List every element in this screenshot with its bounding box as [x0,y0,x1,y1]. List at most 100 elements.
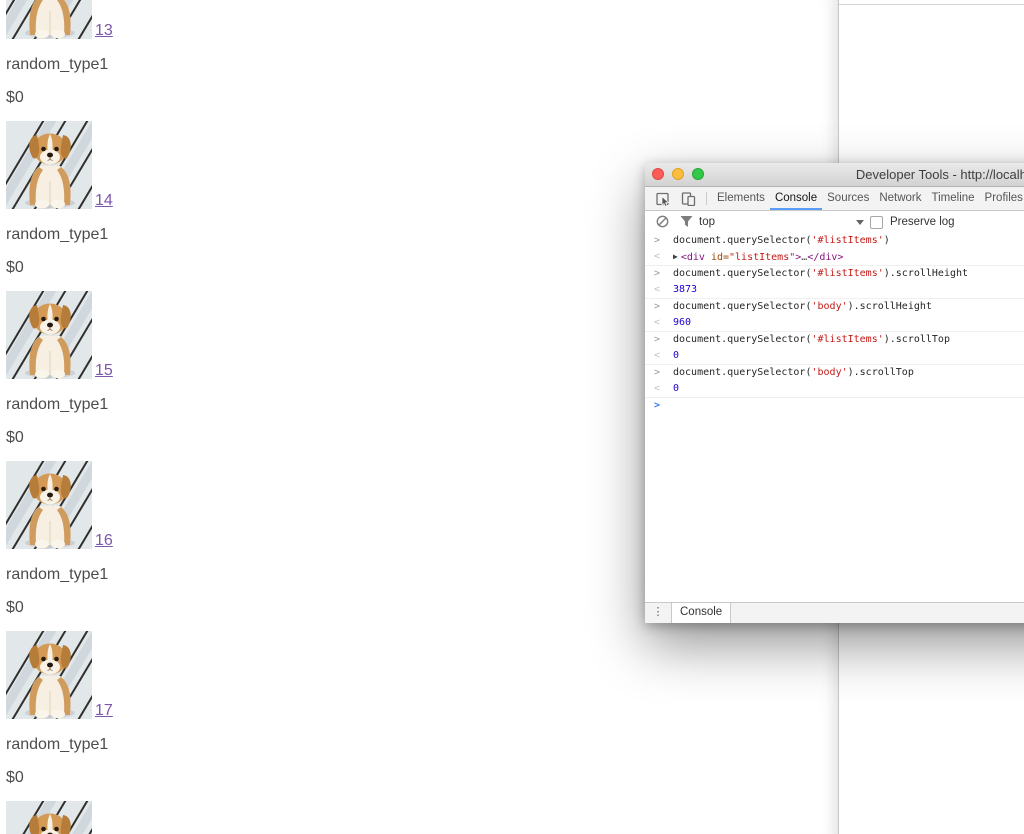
console-result: <▶<div id="listItems">…</div> [645,249,1024,265]
puppy-image [6,461,92,549]
console-string: '#listItems' [811,268,883,279]
devtools-window: Developer Tools - http://localho Element… [645,163,1024,623]
chevron-down-icon[interactable] [856,220,864,225]
item-type-label: random_type1 [6,736,326,754]
item-number-link[interactable]: 17 [95,703,113,719]
overflow-menu-icon[interactable]: ⋮ [645,603,671,623]
minimize-button[interactable] [672,168,684,180]
zoom-button[interactable] [692,168,704,180]
list-item: 15 random_type1 $0 [6,291,326,461]
window-controls [652,168,704,180]
item-image-row: 13 [6,0,326,39]
console-group: > document.querySelector('#listItems').sc… [645,332,1024,365]
console-tag: </div> [807,252,843,263]
item-image-row: 17 [6,631,326,719]
console-group: >document.querySelector('#listItems') < ▶… [645,233,1024,266]
console-output[interactable]: >document.querySelector('#listItems') <▶… [645,231,1024,603]
tab-console[interactable]: Console [770,187,822,210]
console-number: 3873 [673,284,697,295]
console-string: '#listItems' [811,235,883,246]
execution-context-selector[interactable]: top [699,211,715,233]
puppy-image [6,801,92,834]
console-code: ).scrollHeight [848,301,932,312]
item-number-link[interactable]: 13 [95,23,113,39]
inspect-element-icon[interactable] [651,187,676,210]
console-result: <3873 [645,282,1024,298]
filter-icon[interactable] [680,215,693,228]
result-icon: < [654,348,668,364]
puppy-image [6,631,92,719]
prompt-icon: > [654,365,668,381]
console-result: <960 [645,315,1024,331]
console-code: ).scrollTop [884,334,950,345]
tab-timeline[interactable]: Timeline [927,187,980,210]
console-number: 0 [673,383,679,394]
item-price-label: $0 [6,259,326,277]
console-number: 0 [673,350,679,361]
console-attr-name: id= [705,252,729,263]
console-prompt-line[interactable]: > [645,398,1024,414]
item-price-label: $0 [6,599,326,617]
list-items: 13 random_type1 $0 14 random_type1 $0 15… [6,0,326,834]
prompt-icon: > [654,332,668,348]
console-group: > document.querySelector('body').scrollHe… [645,299,1024,332]
puppy-image [6,291,92,379]
console-command: > document.querySelector('#listItems').sc… [645,332,1024,348]
console-command: > document.querySelector('body').scrollTo… [645,365,1024,381]
preserve-log-checkbox[interactable] [870,216,883,229]
item-number-link[interactable]: 16 [95,533,113,549]
screen: 13 random_type1 $0 14 random_type1 $0 15… [0,0,1024,834]
console-string: '#listItems' [811,334,883,345]
console-command: >document.querySelector('#listItems').sc… [645,266,1024,282]
console-command: >document.querySelector('#listItems') [645,233,1024,249]
item-price-label: $0 [6,89,326,107]
item-type-label: random_type1 [6,396,326,414]
console-command: > document.querySelector('body').scrollHe… [645,299,1024,315]
item-type-label: random_type1 [6,56,326,74]
expand-triangle-icon[interactable]: ▶ [673,252,678,261]
tab-sources[interactable]: Sources [822,187,874,210]
tab-elements[interactable]: Elements [712,187,770,210]
item-number-link[interactable]: 14 [95,193,113,209]
clear-console-icon[interactable] [656,215,669,228]
tab-profiles[interactable]: Profiles [980,187,1024,210]
item-price-label: $0 [6,769,326,787]
result-icon: < [654,282,668,298]
puppy-image [6,0,92,39]
item-image-row: 16 [6,461,326,549]
console-code: ) [884,235,890,246]
preserve-log-label[interactable]: Preserve log [890,211,955,233]
console-code: document.querySelector( [673,301,811,312]
list-item-partial [6,801,326,834]
console-code: document.querySelector( [673,334,811,345]
console-group: > document.querySelector('body').scrollTo… [645,365,1024,398]
device-toolbar-icon[interactable] [676,187,701,210]
console-code: ).scrollTop [848,367,914,378]
devtools-titlebar[interactable]: Developer Tools - http://localho [645,163,1024,187]
item-type-label: random_type1 [6,226,326,244]
prompt-icon: > [654,299,668,315]
console-group: >document.querySelector('#listItems').sc… [645,266,1024,299]
drawer-tab-console[interactable]: Console [671,603,731,623]
console-string: 'body' [811,367,847,378]
puppy-image [6,121,92,209]
active-prompt-icon: > [654,398,668,414]
list-item: 16 random_type1 $0 [6,461,326,631]
close-button[interactable] [652,168,664,180]
console-code: document.querySelector( [673,367,811,378]
console-string: 'body' [811,301,847,312]
item-type-label: random_type1 [6,566,326,584]
item-price-label: $0 [6,429,326,447]
background-window-divider [838,4,1024,5]
item-image-row: 14 [6,121,326,209]
toolbar-separator [706,192,707,205]
list-item: 13 random_type1 $0 [6,0,326,121]
list-item: 14 random_type1 $0 [6,121,326,291]
console-tag: <div [681,252,705,263]
tab-network[interactable]: Network [874,187,926,210]
devtools-drawer: ⋮ Console [645,602,1024,623]
console-code: ).scrollHeight [884,268,968,279]
item-number-link[interactable]: 15 [95,363,113,379]
list-item: 17 random_type1 $0 [6,631,326,801]
result-icon: < [654,249,668,265]
